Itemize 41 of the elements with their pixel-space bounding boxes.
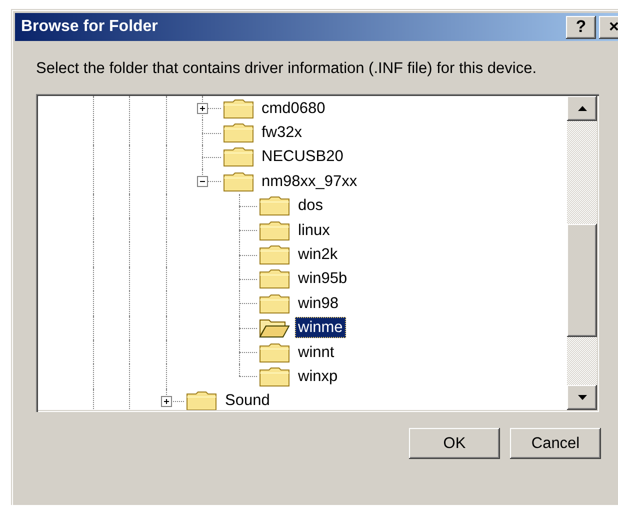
folder-item[interactable]: win98 <box>295 292 342 314</box>
folder-item[interactable]: winxp <box>295 366 341 387</box>
folder-item[interactable]: Sound <box>222 390 273 410</box>
folder-item[interactable]: win95b <box>295 268 350 290</box>
expand-icon[interactable] <box>160 396 172 407</box>
folder-icon <box>186 390 217 410</box>
window-title: Browse for Folder <box>21 18 159 36</box>
folder-item[interactable]: fw32x <box>258 122 305 144</box>
ok-button[interactable]: OK <box>409 428 500 459</box>
folder-icon <box>259 366 290 387</box>
up-arrow-icon <box>578 106 586 111</box>
scroll-down-button[interactable] <box>567 385 597 410</box>
down-arrow-icon <box>578 395 586 400</box>
folder-icon <box>259 268 290 290</box>
folder-icon <box>259 195 290 216</box>
folder-icon <box>222 98 254 119</box>
scrollbar[interactable] <box>567 96 597 410</box>
folder-icon <box>222 122 254 144</box>
folder-item[interactable]: winme <box>295 317 346 338</box>
folder-icon <box>259 292 290 314</box>
folder-icon <box>259 244 290 266</box>
instruction-text: Select the folder that contains driver information (.INF file) for this device. <box>36 59 538 79</box>
help-button[interactable]: ? <box>566 16 596 38</box>
folder-icon <box>259 342 290 363</box>
folder-icon <box>222 146 254 168</box>
folder-item[interactable]: dos <box>295 195 326 216</box>
folder-item[interactable]: winnt <box>295 342 338 363</box>
expand-icon[interactable] <box>197 103 208 114</box>
cancel-button[interactable]: Cancel <box>510 428 601 459</box>
folder-item[interactable]: NECUSB20 <box>258 146 346 168</box>
scroll-thumb[interactable] <box>567 224 597 337</box>
collapse-icon[interactable] <box>197 176 208 188</box>
folder-icon <box>259 220 290 241</box>
folder-icon <box>222 170 254 192</box>
folder-item[interactable]: win2k <box>295 244 341 266</box>
scroll-up-button[interactable] <box>567 96 597 121</box>
folder-item[interactable]: nm98xx_97xx <box>258 170 360 192</box>
folder-item[interactable]: cmd0680 <box>258 98 328 119</box>
open-folder-icon <box>259 317 290 338</box>
close-button[interactable]: × <box>599 16 618 38</box>
folder-item[interactable]: linux <box>295 220 333 241</box>
